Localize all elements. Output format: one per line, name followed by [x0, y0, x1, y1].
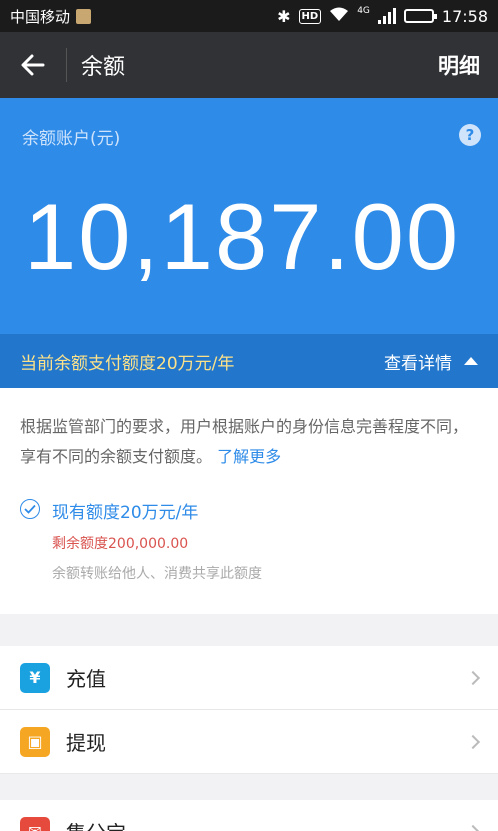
help-icon[interactable]: ? [459, 124, 481, 146]
sim-icon [76, 8, 92, 24]
quota-info-panel: 根据监管部门的要求，用户根据账户的身份信息完善程度不同，享有不同的余额支付额度。… [0, 388, 498, 614]
balance-card: 余额账户(元) ? 10,187.00 [0, 98, 498, 334]
signal-icon [377, 8, 396, 24]
page-title: 余额 [81, 55, 126, 80]
limit-row: 现有额度20万元/年 剩余额度200,000.00 余额转账给他人、消费共享此额… [20, 498, 478, 583]
status-bar: 中国移动 ✱ HD 4G 17:58 [0, 0, 498, 32]
check-circle-icon [20, 499, 40, 519]
list-item-label: 提现 [66, 731, 106, 755]
secondary-list: ✉ 集分宝 [0, 800, 498, 831]
carrier-name: 中国移动 [10, 7, 71, 26]
wifi-icon [329, 6, 349, 26]
wallet-icon: ▣ [20, 726, 50, 757]
list-item-jifenbao[interactable]: ✉ 集分宝 [0, 800, 498, 831]
limit-title: 现有额度20万元/年 [52, 503, 199, 523]
actions-list: ¥ 充值 ▣ 提现 [0, 646, 498, 774]
network-type: 4G [357, 6, 370, 16]
quota-details-toggle[interactable]: 查看详情 [384, 349, 478, 374]
back-button[interactable] [0, 32, 66, 98]
list-item-withdraw[interactable]: ▣ 提现 [0, 710, 498, 774]
battery-icon [403, 9, 437, 23]
account-label: 余额账户(元) [22, 129, 121, 149]
envelope-icon: ✉ [20, 816, 50, 831]
balance-amount: 10,187.00 [24, 184, 461, 289]
quota-bar: 当前余额支付额度20万元/年 查看详情 [0, 334, 498, 388]
learn-more-link[interactable]: 了解更多 [217, 447, 281, 466]
quota-details-label: 查看详情 [384, 353, 452, 374]
list-item-label: 充值 [66, 667, 106, 691]
bluetooth-icon: ✱ [277, 6, 291, 26]
chevron-right-icon [465, 670, 481, 685]
limit-remaining: 剩余额度200,000.00 [52, 536, 189, 552]
detail-button[interactable]: 明细 [438, 50, 480, 80]
chevron-right-icon [465, 824, 481, 831]
title-bar: 余额 明细 [0, 32, 498, 98]
quota-description: 根据监管部门的要求，用户根据账户的身份信息完善程度不同，享有不同的余额支付额度。… [20, 412, 478, 472]
carrier: 中国移动 [10, 6, 92, 27]
hd-icon: HD [298, 8, 322, 24]
limit-note: 余额转账给他人、消费共享此额度 [52, 566, 262, 582]
list-item-label: 集分宝 [66, 817, 126, 831]
clock: 17:58 [441, 6, 488, 26]
title-divider [66, 48, 67, 82]
arrow-left-icon [21, 54, 45, 76]
quota-text: 当前余额支付额度20万元/年 [20, 353, 235, 374]
yen-icon: ¥ [20, 662, 50, 693]
caret-up-icon [464, 357, 478, 365]
list-item-recharge[interactable]: ¥ 充值 [0, 646, 498, 710]
chevron-right-icon [465, 734, 481, 749]
